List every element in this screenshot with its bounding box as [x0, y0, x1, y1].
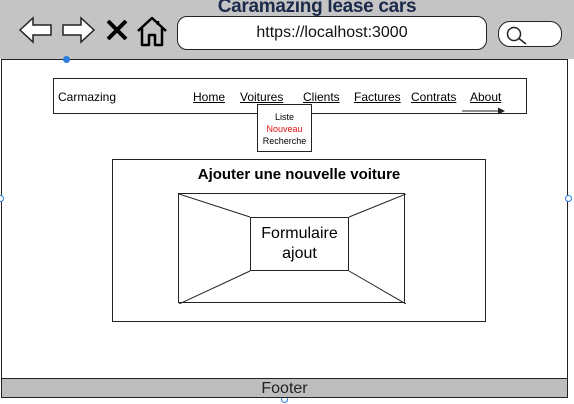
form-label: Formulaire ajout [250, 217, 349, 271]
home-icon[interactable] [135, 14, 169, 48]
dropdown-arrow-icon [462, 107, 505, 115]
page-title: Ajouter une nouvelle voiture [197, 166, 401, 183]
voitures-dropdown-menu: Liste Nouveau Recherche [257, 104, 312, 152]
form-label-line1: Formulaire [261, 225, 338, 242]
nav-link-voitures[interactable]: Voitures [240, 90, 283, 104]
add-car-panel: Ajouter une nouvelle voiture Formulaire … [112, 159, 486, 322]
menu-item-nouveau[interactable]: Nouveau [258, 123, 311, 135]
selection-handle-top[interactable] [63, 56, 70, 63]
form-label-line2: ajout [282, 245, 317, 262]
selection-handle-right[interactable] [565, 195, 572, 202]
brand-logo[interactable]: Carmazing [58, 90, 116, 104]
nav-link-clients[interactable]: Clients [303, 90, 340, 104]
nav-link-about[interactable]: About [470, 90, 501, 104]
menu-item-liste[interactable]: Liste [258, 111, 311, 123]
browser-toolbar: Caramazing lease cars https://localhost:… [0, 0, 574, 59]
nav-link-contrats[interactable]: Contrats [411, 90, 456, 104]
form-placeholder: Formulaire ajout [178, 193, 406, 304]
search-icon [506, 26, 527, 45]
back-arrow-icon[interactable] [18, 14, 54, 46]
nav-link-factures[interactable]: Factures [354, 90, 401, 104]
url-input[interactable]: https://localhost:3000 [177, 16, 487, 50]
footer: Footer [1, 378, 568, 398]
menu-item-recherche[interactable]: Recherche [258, 135, 311, 147]
nav-link-home[interactable]: Home [193, 90, 225, 104]
search-input[interactable] [498, 21, 562, 47]
close-icon[interactable] [104, 17, 130, 43]
forward-arrow-icon[interactable] [60, 14, 96, 46]
